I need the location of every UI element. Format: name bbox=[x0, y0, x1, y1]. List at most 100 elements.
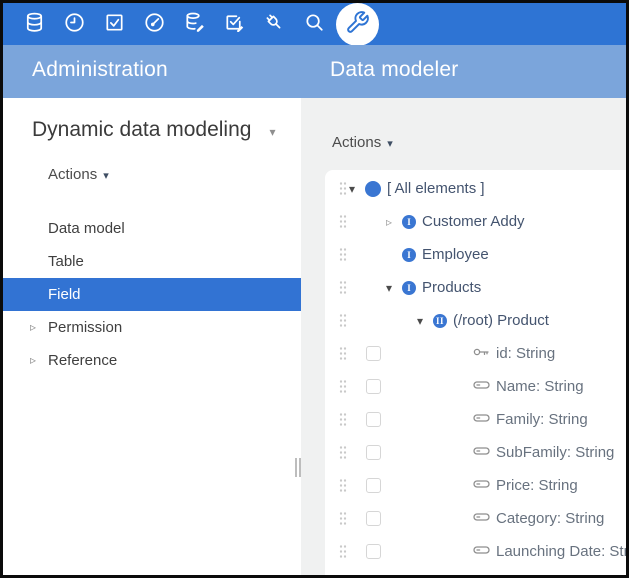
entity-info-icon bbox=[402, 215, 416, 229]
right-actions-dropdown[interactable]: Actions ▾ bbox=[332, 134, 393, 151]
tree-node-label: Customer Addy bbox=[422, 213, 525, 230]
drag-handle-icon[interactable] bbox=[339, 214, 347, 229]
expand-right-icon[interactable]: ▹ bbox=[30, 353, 36, 367]
menu-item-label: Data model bbox=[48, 220, 125, 237]
sidebar-item-data-model[interactable]: Data model bbox=[3, 212, 301, 245]
field-checkbox[interactable] bbox=[366, 544, 381, 559]
sidebar-item-permission[interactable]: ▹ Permission bbox=[3, 311, 301, 344]
field-label: Launching Date: String bbox=[496, 543, 626, 560]
drag-handle-icon[interactable] bbox=[339, 412, 347, 427]
drag-handle-icon[interactable] bbox=[339, 280, 347, 295]
tree-node-label: Employee bbox=[422, 246, 489, 263]
field-pill-icon bbox=[473, 477, 490, 495]
entity-info-icon bbox=[402, 248, 416, 262]
tree-row-root-product[interactable]: ▾ (/root) Product bbox=[325, 304, 626, 337]
tree-row-field-subfamily[interactable]: SubFamily: String bbox=[325, 436, 626, 469]
header-band: Administration Data modeler bbox=[3, 45, 626, 98]
data-modeler-panel: Actions ▾ ▾ [ All elements ] ▹ Customer … bbox=[301, 98, 626, 575]
check-square-icon bbox=[103, 11, 126, 37]
model-tree-card: ▾ [ All elements ] ▹ Customer Addy bbox=[325, 170, 626, 575]
drag-handle-icon[interactable] bbox=[339, 379, 347, 394]
check-square-button[interactable] bbox=[94, 3, 134, 45]
menu-item-label: Table bbox=[48, 253, 84, 270]
tree-row-field-price[interactable]: Price: String bbox=[325, 469, 626, 502]
tree-node-label: [ All elements ] bbox=[387, 180, 485, 197]
check-square-edit-icon bbox=[223, 11, 246, 37]
left-actions-label: Actions bbox=[48, 166, 97, 183]
plug-icon bbox=[263, 11, 286, 37]
app-window: Administration Data modeler Dynamic data… bbox=[0, 0, 629, 578]
panel-resize-handle[interactable] bbox=[295, 458, 304, 477]
database-button[interactable] bbox=[14, 3, 54, 45]
field-checkbox[interactable] bbox=[366, 412, 381, 427]
search-icon bbox=[303, 11, 326, 37]
menu-item-label: Reference bbox=[48, 352, 117, 369]
collapse-down-icon[interactable]: ▾ bbox=[417, 315, 433, 327]
menu-item-label: Field bbox=[48, 286, 81, 303]
tree-row-employee[interactable]: Employee bbox=[325, 238, 626, 271]
drag-handle-icon[interactable] bbox=[339, 478, 347, 493]
drag-handle-icon[interactable] bbox=[339, 346, 347, 361]
check-square-edit-button[interactable] bbox=[214, 3, 254, 45]
search-button[interactable] bbox=[294, 3, 334, 45]
wrench-icon bbox=[345, 10, 370, 38]
field-label: Name: String bbox=[496, 378, 584, 395]
field-pill-icon bbox=[473, 510, 490, 528]
expand-right-icon[interactable]: ▹ bbox=[386, 216, 402, 228]
active-tool-circle bbox=[336, 3, 379, 46]
sidebar-item-table[interactable]: Table bbox=[3, 245, 301, 278]
sidebar-item-field[interactable]: Field bbox=[3, 278, 301, 311]
administration-panel: Dynamic data modeling ▾ Actions ▾ Data m… bbox=[3, 98, 301, 575]
drag-handle-icon[interactable] bbox=[339, 247, 347, 262]
field-checkbox[interactable] bbox=[366, 379, 381, 394]
field-label: Category: String bbox=[496, 510, 604, 527]
tree-node-label: Products bbox=[422, 279, 481, 296]
expand-right-icon[interactable]: ▹ bbox=[30, 320, 36, 334]
clock-icon bbox=[63, 11, 86, 37]
drag-handle-icon[interactable] bbox=[339, 544, 347, 559]
gauge-button[interactable] bbox=[134, 3, 174, 45]
sidebar-item-reference[interactable]: ▹ Reference bbox=[3, 344, 301, 377]
menu-item-label: Permission bbox=[48, 319, 122, 336]
database-edit-button[interactable] bbox=[174, 3, 214, 45]
field-checkbox[interactable] bbox=[366, 346, 381, 361]
tree-row-all-elements[interactable]: ▾ [ All elements ] bbox=[325, 172, 626, 205]
left-panel-title: Administration bbox=[32, 58, 168, 82]
tree-row-field-launching-date[interactable]: Launching Date: String bbox=[325, 535, 626, 568]
drag-handle-icon[interactable] bbox=[339, 181, 347, 196]
field-label: id: String bbox=[496, 345, 555, 362]
collapse-down-icon[interactable]: ▾ bbox=[349, 183, 365, 195]
clock-button[interactable] bbox=[54, 3, 94, 45]
field-label: Price: String bbox=[496, 477, 578, 494]
chevron-down-icon: ▾ bbox=[387, 135, 393, 150]
field-pill-icon bbox=[473, 378, 490, 396]
drag-handle-icon[interactable] bbox=[339, 313, 347, 328]
collapse-down-icon[interactable]: ▾ bbox=[386, 282, 402, 294]
chevron-down-icon: ▾ bbox=[103, 167, 109, 182]
tree-row-field-category[interactable]: Category: String bbox=[325, 502, 626, 535]
tree-row-products[interactable]: ▾ Products bbox=[325, 271, 626, 304]
tree-row-field-family[interactable]: Family: String bbox=[325, 403, 626, 436]
field-pill-icon bbox=[473, 444, 490, 462]
plug-button[interactable] bbox=[254, 3, 294, 45]
drag-handle-icon[interactable] bbox=[339, 511, 347, 526]
right-panel-title: Data modeler bbox=[330, 58, 458, 82]
field-label: Family: String bbox=[496, 411, 588, 428]
database-edit-icon bbox=[183, 11, 206, 37]
drag-handle-icon[interactable] bbox=[339, 445, 347, 460]
title-dropdown-caret-icon[interactable]: ▾ bbox=[269, 121, 275, 139]
field-checkbox[interactable] bbox=[366, 511, 381, 526]
left-actions-dropdown[interactable]: Actions ▾ bbox=[48, 166, 109, 183]
tree-row-customer-addy[interactable]: ▹ Customer Addy bbox=[325, 205, 626, 238]
admin-menu: Data model Table Field ▹ Permission ▹ Re… bbox=[3, 212, 301, 377]
field-checkbox[interactable] bbox=[366, 478, 381, 493]
tree-node-label: (/root) Product bbox=[453, 312, 549, 329]
gauge-icon bbox=[143, 11, 166, 37]
field-pill-icon bbox=[473, 411, 490, 429]
wrench-button[interactable] bbox=[334, 3, 380, 45]
page-title: Dynamic data modeling ▾ bbox=[32, 118, 275, 142]
tree-row-field-id[interactable]: id: String bbox=[325, 337, 626, 370]
field-checkbox[interactable] bbox=[366, 445, 381, 460]
tree-row-field-name[interactable]: Name: String bbox=[325, 370, 626, 403]
entity-info-icon bbox=[433, 314, 447, 328]
